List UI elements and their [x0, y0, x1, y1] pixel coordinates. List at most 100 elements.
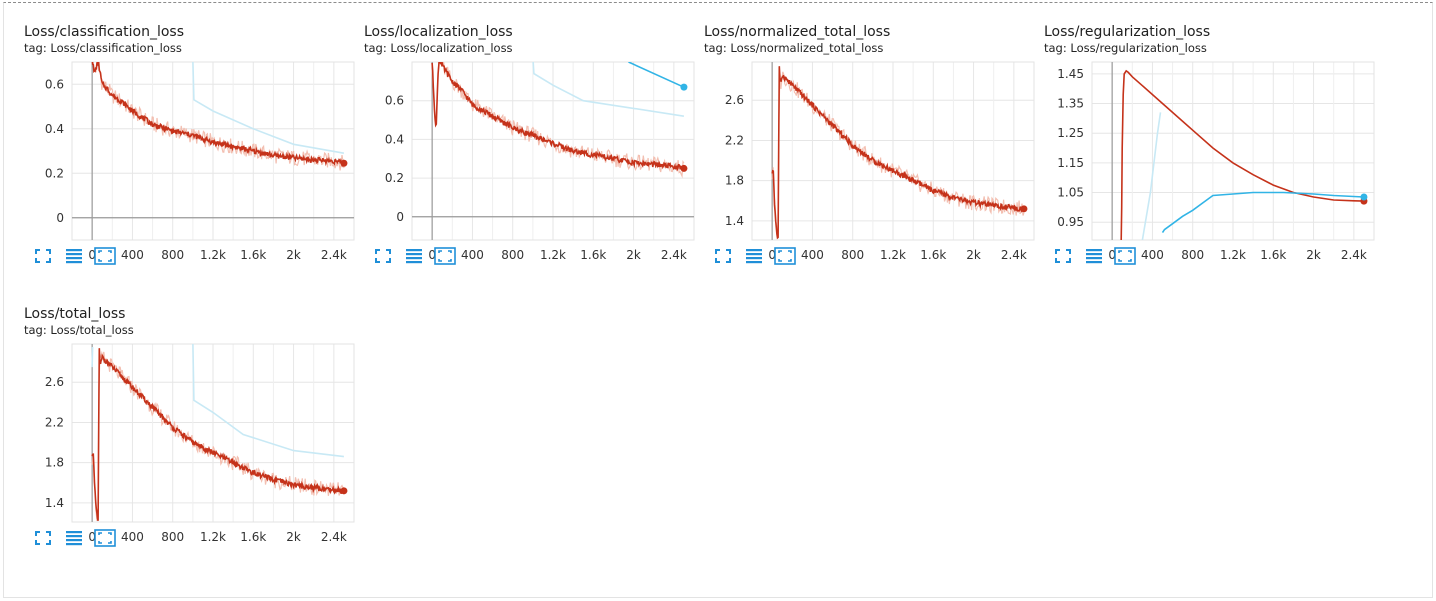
x-tick-label: 1.2k — [880, 248, 906, 262]
fit-domain-icon — [434, 247, 456, 269]
chart-card-regularization-loss: Loss/regularization_loss tag: Loss/regul… — [1044, 4, 1384, 280]
series-end-point — [680, 164, 688, 172]
expand-button[interactable] — [32, 248, 54, 268]
fit-domain-icon — [94, 529, 116, 551]
x-tick-label: 2.4k — [1341, 248, 1367, 262]
x-tick-label: 400 — [1141, 248, 1164, 262]
series-group — [431, 62, 685, 179]
series-line — [1141, 112, 1162, 240]
series-end-point — [340, 159, 348, 167]
line-chart: 0 400 800 1.2k 1.6k 2k 2.4k1.41.82.22.6 — [45, 343, 355, 544]
fit-domain-button[interactable] — [774, 247, 796, 268]
chart-card-normalized-total-loss: Loss/normalized_total_loss tag: Loss/nor… — [704, 4, 1044, 280]
series-line — [628, 62, 685, 88]
series-group — [771, 66, 1025, 240]
log-scale-button[interactable] — [63, 530, 85, 550]
y-tick-label: 0.2 — [385, 171, 404, 185]
y-tick-label: 0 — [396, 210, 404, 224]
series-line — [431, 62, 685, 172]
list-icon — [65, 248, 83, 268]
chart-title: Loss/normalized_total_loss — [704, 24, 891, 40]
x-tick-label: 1.6k — [920, 248, 946, 262]
expand-icon — [714, 248, 732, 268]
expand-button[interactable] — [372, 248, 394, 268]
raw-series-line — [91, 62, 345, 171]
expand-button[interactable] — [712, 248, 734, 268]
x-tick-label: 1.6k — [1260, 248, 1286, 262]
y-tick-label: 1.25 — [1057, 126, 1084, 140]
list-icon — [745, 248, 763, 268]
y-tick-label: 1.15 — [1057, 156, 1084, 170]
y-tick-label: 2.2 — [45, 415, 64, 429]
line-chart: 0 400 800 1.2k 1.6k 2k 2.4k00.20.40.6 — [45, 61, 355, 262]
y-tick-label: 2.2 — [725, 133, 744, 147]
y-tick-label: 0.2 — [45, 166, 64, 180]
line-chart: 0 400 800 1.2k 1.6k 2k 2.4k0.951.051.151.251.3… — [1057, 61, 1375, 262]
raw-series-line — [771, 71, 1025, 236]
series-line — [532, 62, 685, 117]
x-tick-label: 2k — [1306, 248, 1321, 262]
series-end-point — [340, 487, 348, 495]
list-icon — [65, 530, 83, 550]
x-tick-label: 2k — [286, 530, 301, 544]
fit-domain-button[interactable] — [94, 529, 116, 551]
x-tick-label: 1.6k — [240, 248, 266, 262]
fit-domain-button[interactable] — [94, 247, 116, 269]
x-tick-label: 800 — [161, 530, 184, 544]
y-tick-label: 1.8 — [725, 174, 744, 188]
x-tick-label: 2.4k — [321, 248, 347, 262]
expand-button[interactable] — [32, 530, 54, 550]
fit-domain-button[interactable] — [1114, 247, 1136, 269]
series-line — [91, 348, 345, 522]
log-scale-button[interactable] — [1083, 248, 1105, 268]
x-tick-label: 1.2k — [1220, 248, 1246, 262]
y-tick-label: 1.05 — [1057, 186, 1084, 200]
x-tick-label: 800 — [501, 248, 524, 262]
series-group — [1120, 69, 1364, 240]
x-tick-label: 1.6k — [240, 530, 266, 544]
expand-icon — [34, 530, 52, 550]
series-end-point — [680, 83, 688, 91]
y-tick-label: 0.4 — [45, 122, 64, 136]
series-end-point — [1020, 205, 1028, 213]
x-tick-label: 2.4k — [1001, 248, 1027, 262]
series-group — [91, 344, 345, 522]
x-tick-label: 2k — [286, 248, 301, 262]
fit-domain-icon — [94, 247, 116, 269]
y-tick-label: 0.95 — [1057, 215, 1084, 229]
chart-card-total-loss: Loss/total_loss tag: Loss/total_loss 0 40… — [24, 286, 364, 562]
x-tick-label: 2.4k — [661, 248, 687, 262]
x-tick-label: 400 — [121, 248, 144, 262]
y-tick-label: 2.6 — [45, 375, 64, 389]
series-line — [192, 62, 345, 154]
x-tick-label: 400 — [121, 530, 144, 544]
x-tick-label: 2.4k — [321, 530, 347, 544]
chart-title: Loss/regularization_loss — [1044, 24, 1211, 40]
x-tick-label: 800 — [841, 248, 864, 262]
series-line — [1120, 69, 1364, 240]
series-group — [91, 62, 345, 171]
chart-tag: tag: Loss/total_loss — [24, 323, 134, 337]
log-scale-button[interactable] — [403, 248, 425, 268]
x-tick-label: 1.6k — [580, 248, 606, 262]
raw-series-line — [91, 350, 345, 522]
fit-domain-icon — [1114, 247, 1136, 269]
fit-domain-button[interactable] — [434, 247, 456, 269]
x-tick-label: 2k — [626, 248, 641, 262]
x-tick-label: 1.2k — [200, 530, 226, 544]
y-tick-label: 0.4 — [385, 132, 404, 146]
x-tick-label: 400 — [461, 248, 484, 262]
expand-button[interactable] — [1052, 248, 1074, 268]
line-chart: 0 400 800 1.2k 1.6k 2k 2.4k1.41.82.22.6 — [725, 61, 1035, 262]
chart-title: Loss/classification_loss — [24, 24, 185, 40]
log-scale-button[interactable] — [63, 248, 85, 268]
chart-tag: tag: Loss/localization_loss — [364, 41, 513, 55]
grid — [72, 344, 354, 522]
y-tick-label: 0.6 — [45, 77, 64, 91]
y-tick-label: 1.8 — [45, 456, 64, 470]
raw-series-line — [431, 62, 685, 179]
line-chart: 0 400 800 1.2k 1.6k 2k 2.4k00.20.40.6 — [385, 61, 695, 262]
expand-icon — [374, 248, 392, 268]
log-scale-button[interactable] — [743, 248, 765, 268]
x-tick-label: 800 — [161, 248, 184, 262]
